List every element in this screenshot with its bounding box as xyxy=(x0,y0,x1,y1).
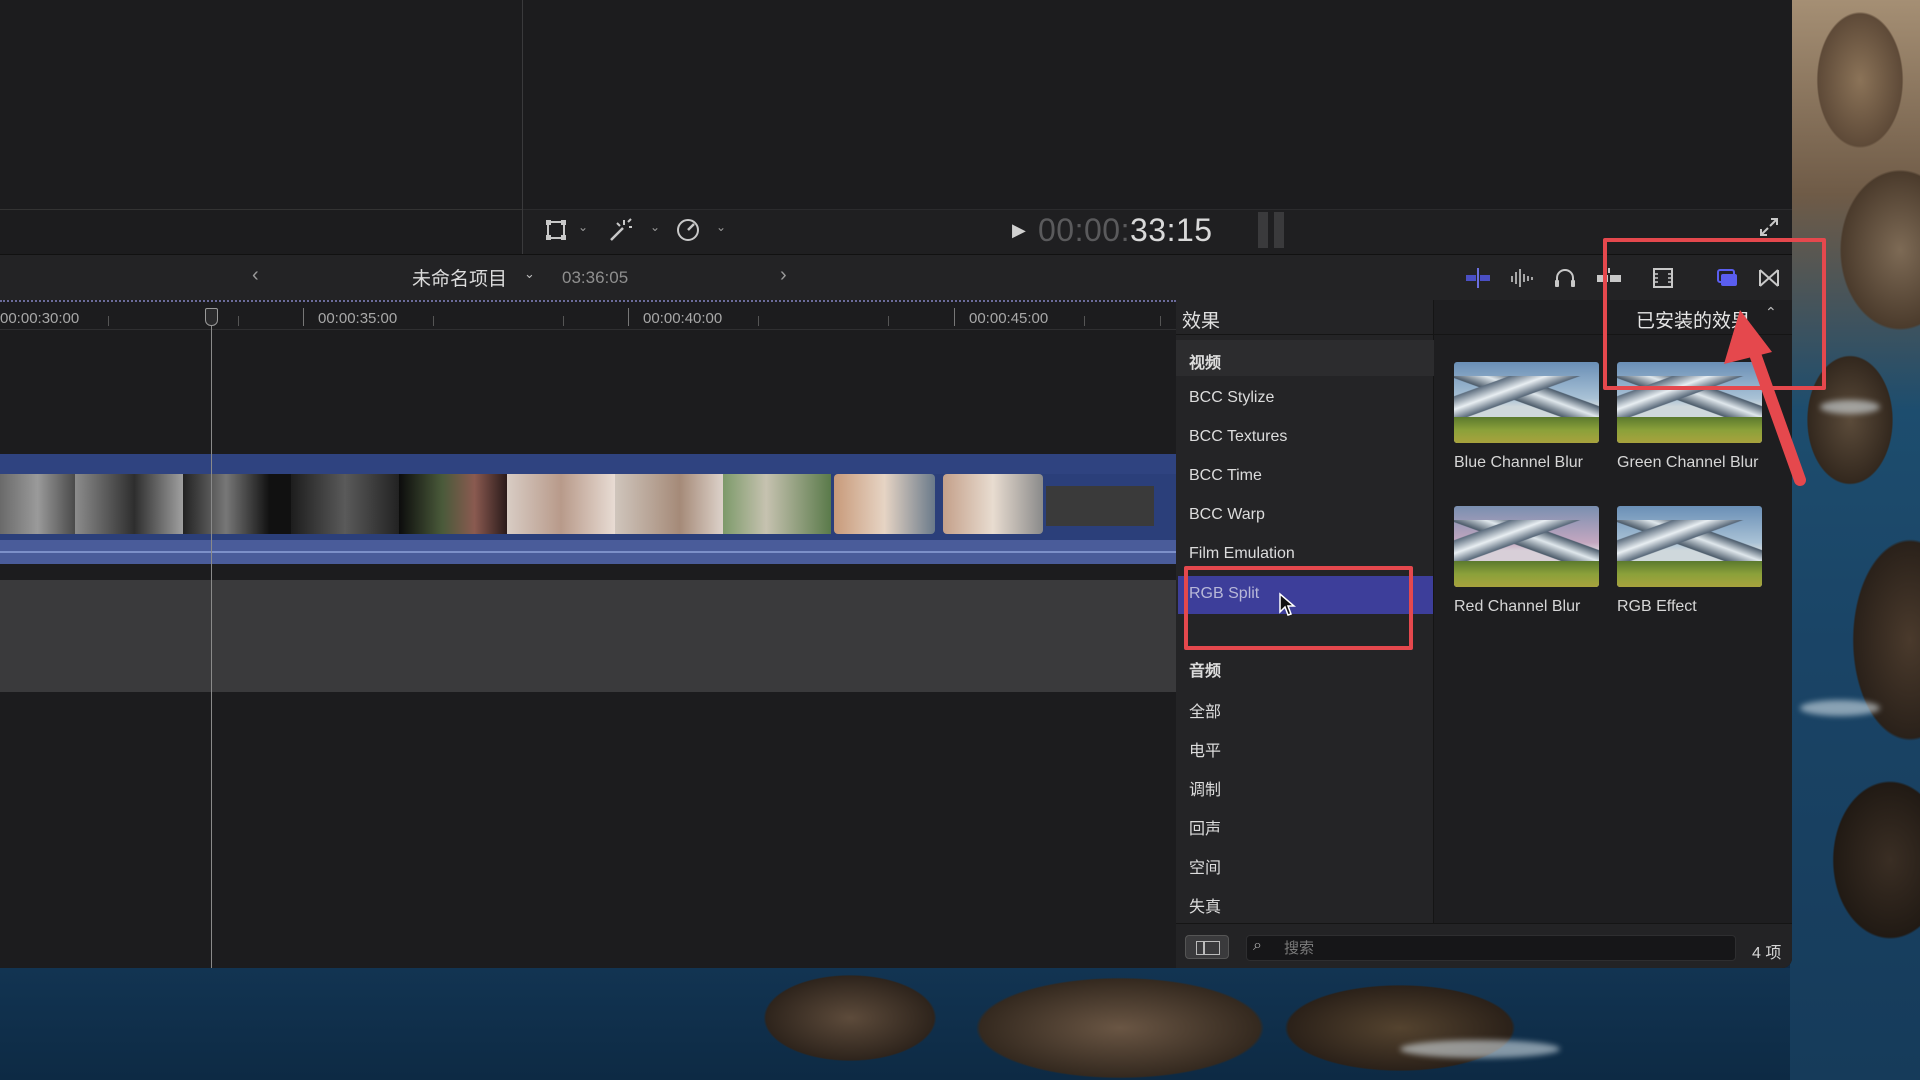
fullscreen-icon[interactable] xyxy=(1758,216,1780,240)
search-icon[interactable]: ⌕ xyxy=(1253,937,1262,955)
category-echo[interactable]: 回声 xyxy=(1189,815,1221,839)
ruler-label: 00:00:40:00 xyxy=(643,310,723,327)
ruler-tick xyxy=(888,316,889,326)
clip-thumbnail xyxy=(834,474,935,534)
clip-thumbnail xyxy=(75,474,183,534)
timecode-display: 00:00:33:15 xyxy=(1038,212,1213,249)
skimming-icon[interactable] xyxy=(1463,265,1493,291)
effect-label: Red Channel Blur xyxy=(1454,598,1581,615)
final-cut-pro-window: ⌄ ⌄ ⌄ ▶ 00:00:33:15 ‹ 未命名项目 ⌄ 03:36:05 ›… xyxy=(0,0,1792,968)
sidebar-toggle-button[interactable] xyxy=(1185,935,1229,959)
clip-thumbnail xyxy=(291,474,399,534)
category-all[interactable]: 全部 xyxy=(1189,698,1221,722)
speed-gauge-icon[interactable] xyxy=(675,218,701,242)
audio-skimming-icon[interactable] xyxy=(1507,265,1537,291)
effect-preview-thumbnail xyxy=(1454,362,1599,443)
clip-thumbnail xyxy=(399,474,507,534)
wallpaper-rocks xyxy=(700,968,1560,1080)
project-name[interactable]: 未命名项目 xyxy=(412,264,507,291)
forward-arrow-icon[interactable]: › xyxy=(780,264,787,287)
effect-preview-thumbnail xyxy=(1454,506,1599,587)
effect-label: Blue Channel Blur xyxy=(1454,454,1583,471)
clip-thumbnail xyxy=(507,474,615,534)
wallpaper-foam xyxy=(1820,400,1880,414)
back-arrow-icon[interactable]: ‹ xyxy=(252,264,259,287)
ruler-label: 00:00:35:00 xyxy=(318,310,398,327)
wallpaper-foam xyxy=(1400,1040,1560,1058)
ruler-tick xyxy=(238,316,239,326)
ruler-tick xyxy=(758,316,759,326)
category-video[interactable]: 视频 xyxy=(1189,349,1221,373)
ruler-tick xyxy=(303,308,304,326)
category-bcc-warp[interactable]: BCC Warp xyxy=(1189,506,1265,524)
category-bcc-textures[interactable]: BCC Textures xyxy=(1189,428,1287,446)
clip-title-bar[interactable] xyxy=(0,454,1176,474)
chevron-down-icon[interactable]: ⌄ xyxy=(650,220,660,234)
ruler-tick xyxy=(433,316,434,326)
ruler-tick xyxy=(563,316,564,326)
item-count: 4 项 xyxy=(1752,945,1782,962)
effect-label: RGB Effect xyxy=(1617,598,1697,615)
project-duration: 03:36:05 xyxy=(562,268,629,287)
clip-thumbnail xyxy=(1046,486,1154,526)
transform-icon[interactable] xyxy=(544,218,568,242)
ruler-label: 00:00:30:00 xyxy=(0,310,80,327)
ruler-tick xyxy=(1160,316,1161,326)
category-audio[interactable]: 音频 xyxy=(1189,657,1221,681)
search-input[interactable] xyxy=(1284,937,1724,959)
category-levels[interactable]: 电平 xyxy=(1189,737,1221,761)
timecode-dim: 00:00: xyxy=(1038,212,1130,248)
effects-title: 效果 xyxy=(1182,311,1221,332)
wallpaper-foam xyxy=(1800,700,1880,716)
playhead-handle[interactable] xyxy=(205,308,218,326)
clip-thumbnail xyxy=(183,474,291,534)
empty-storyline-area xyxy=(0,580,1176,692)
play-icon[interactable]: ▶ xyxy=(1012,220,1026,241)
category-film-emulation[interactable]: Film Emulation xyxy=(1189,545,1295,563)
ruler-label: 00:00:45:00 xyxy=(969,310,1049,327)
annotation-arrow-icon xyxy=(1724,310,1806,486)
category-distortion[interactable]: 失真 xyxy=(1189,893,1221,917)
wallpaper-cliff xyxy=(1790,0,1920,1080)
timecode-lit: 33:15 xyxy=(1129,212,1213,248)
effect-tile[interactable]: Red Channel Blur xyxy=(1454,506,1599,616)
effect-tile[interactable]: Blue Channel Blur xyxy=(1454,362,1599,472)
clip-thumbnail xyxy=(615,474,723,534)
category-space[interactable]: 空间 xyxy=(1189,854,1221,878)
chevron-down-icon[interactable]: ⌄ xyxy=(716,220,726,234)
ruler-tick xyxy=(108,316,109,326)
browser-divider xyxy=(0,209,522,210)
effect-preview-thumbnail xyxy=(1617,506,1762,587)
clip-thumbnail xyxy=(0,474,75,534)
chevron-down-icon[interactable]: ⌄ xyxy=(524,266,535,282)
ruler-tick xyxy=(1084,316,1085,326)
category-modulation[interactable]: 调制 xyxy=(1189,776,1221,800)
magic-wand-icon[interactable] xyxy=(607,218,633,242)
effect-tile[interactable]: RGB Effect xyxy=(1617,506,1762,616)
playhead[interactable] xyxy=(211,312,212,968)
category-bcc-stylize[interactable]: BCC Stylize xyxy=(1189,389,1274,407)
clip-thumbnail xyxy=(723,474,831,534)
chevron-down-icon[interactable]: ⌄ xyxy=(578,220,588,234)
clip-thumbnail xyxy=(943,474,1043,534)
audio-waveform[interactable] xyxy=(0,540,1176,564)
headphones-icon[interactable] xyxy=(1550,265,1580,291)
annotation-highlight-box xyxy=(1184,566,1413,650)
audio-meters xyxy=(1258,212,1288,248)
category-bcc-time[interactable]: BCC Time xyxy=(1189,467,1262,485)
ruler-tick xyxy=(954,308,955,326)
ruler-tick xyxy=(628,308,629,326)
